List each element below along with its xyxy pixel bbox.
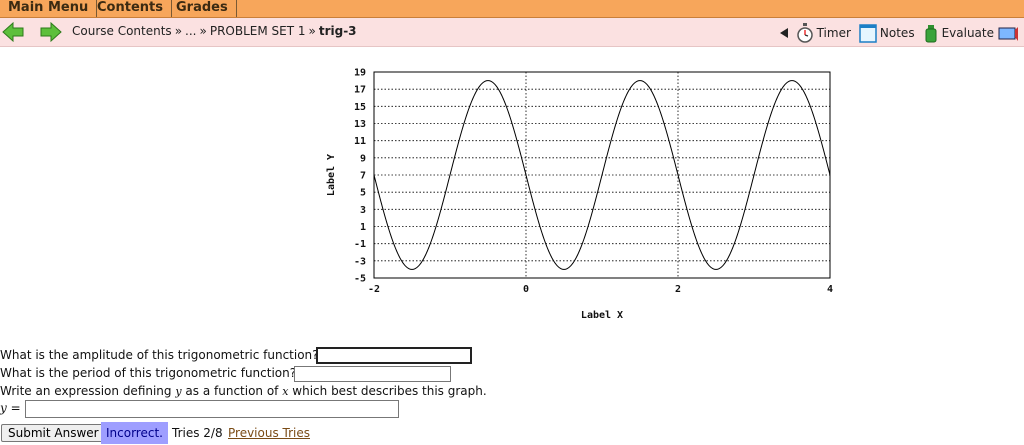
breadcrumb-course-contents[interactable]: Course Contents xyxy=(72,24,172,38)
toolbar: Timer Notes Evaluate xyxy=(779,22,1018,44)
period-input[interactable] xyxy=(294,366,451,382)
evaluate-button[interactable]: Evaluate xyxy=(923,23,994,43)
feedback-icon[interactable] xyxy=(998,23,1018,43)
breadcrumb-ellipsis[interactable]: ... xyxy=(185,24,196,38)
x-tick-label: 4 xyxy=(827,284,833,295)
status-badge: Incorrect. xyxy=(101,422,168,444)
y-tick-label: 15 xyxy=(354,102,366,113)
question-period: What is the period of this trigonometric… xyxy=(0,366,297,380)
amplitude-input[interactable] xyxy=(316,347,472,364)
y-tick-label: 9 xyxy=(360,153,366,164)
x-tick-label: 2 xyxy=(675,284,681,295)
trig-function-graph: 19 17 15 13 11 9 7 5 3 1 -1 -3 -5-2 0 2 4 Label X Label… xyxy=(326,68,833,322)
chart-ticks: 19 17 15 13 11 9 7 5 3 1 -1 -3 -5-2 0 2 4 xyxy=(354,68,833,296)
y-tick-label: 5 xyxy=(360,188,366,199)
breadcrumb-separator: » xyxy=(199,24,207,38)
y-tick-label: 13 xyxy=(354,119,366,130)
x-tick-label: -2 xyxy=(368,284,380,295)
question-expression: Write an expression defining y as a func… xyxy=(0,384,487,398)
menu-contents[interactable]: Contents xyxy=(89,0,172,17)
right-arrow-icon[interactable] xyxy=(40,22,62,42)
y-tick-label: 7 xyxy=(360,171,366,182)
y-tick-label: -5 xyxy=(354,274,366,285)
variable-x: x xyxy=(282,385,289,398)
menu-grades[interactable]: Grades xyxy=(168,0,237,17)
stopwatch-icon xyxy=(796,23,813,43)
menu-main-menu[interactable]: Main Menu xyxy=(0,0,98,17)
notepad-icon xyxy=(859,24,877,43)
y-axis-label: Label Y xyxy=(326,154,337,196)
evaluate-icon xyxy=(925,25,937,43)
breadcrumb: Course Contents»...» PROBLEM SET 1» trig-3 xyxy=(72,24,357,38)
tries-count: Tries 2/8 xyxy=(172,426,223,440)
x-tick-label: 0 xyxy=(523,284,529,295)
breadcrumb-separator: » xyxy=(174,24,183,38)
y-tick-label: 19 xyxy=(354,68,366,79)
y-tick-label: 17 xyxy=(354,85,366,96)
timer-button[interactable]: Timer xyxy=(796,23,851,43)
question-expression-part2: as a function of xyxy=(185,384,279,398)
notes-label: Notes xyxy=(879,26,915,40)
y-tick-label: 11 xyxy=(354,136,366,147)
left-arrow-icon[interactable] xyxy=(2,22,24,42)
timer-label: Timer xyxy=(816,26,851,40)
series-curve xyxy=(373,80,831,270)
y-tick-label: 3 xyxy=(360,205,366,216)
notes-button[interactable]: Notes xyxy=(859,23,915,43)
main-menu-bar: Main Menu Contents Grades xyxy=(0,0,1024,18)
question-amplitude: What is the amplitude of this trigonomet… xyxy=(0,348,319,362)
evaluate-label: Evaluate xyxy=(941,26,994,40)
navigation-bar: Course Contents»...» PROBLEM SET 1» trig-3… xyxy=(0,18,1024,47)
y-tick-label: 1 xyxy=(360,222,366,233)
submit-answer-button[interactable]: Submit Answer xyxy=(1,424,106,442)
collapse-triangle-icon[interactable] xyxy=(779,28,788,38)
y-equals-label: y = xyxy=(0,401,21,415)
question-expression-part3: which best describes this graph. xyxy=(292,384,487,398)
expression-input[interactable] xyxy=(25,400,399,418)
breadcrumb-separator: » xyxy=(308,24,316,38)
x-axis-label: Label X xyxy=(581,310,623,321)
breadcrumb-current: trig-3 xyxy=(318,24,357,38)
variable-y: y xyxy=(175,385,182,398)
previous-tries-link[interactable]: Previous Tries xyxy=(228,426,310,440)
y-tick-label: -3 xyxy=(354,256,366,267)
breadcrumb-problem-set[interactable]: PROBLEM SET 1 xyxy=(210,24,306,38)
question-expression-part1: Write an expression defining xyxy=(0,384,172,398)
y-tick-label: -1 xyxy=(354,239,366,250)
